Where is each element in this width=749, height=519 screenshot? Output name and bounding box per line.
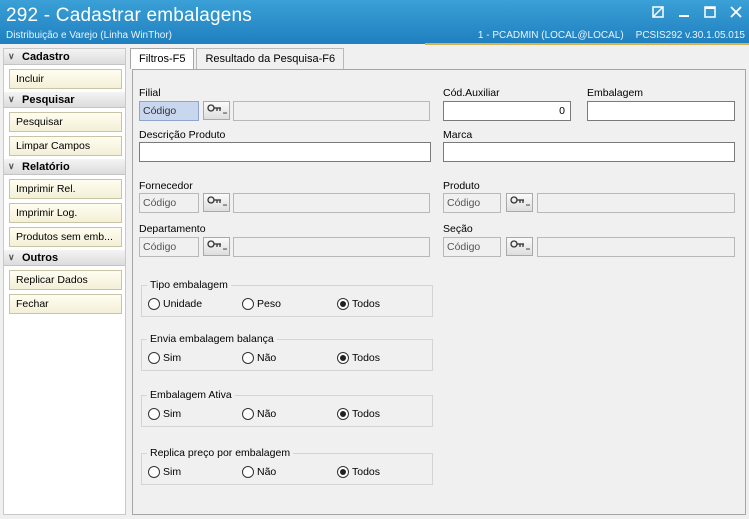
envia-balanca-group: Envia embalagem balança Sim Não Todos bbox=[141, 333, 433, 371]
user-info: 1 - PCADMIN (LOCAL@LOCAL) bbox=[477, 30, 624, 41]
action-sidebar: ∨ Cadastro Incluir ∨ Pesquisar Pesquisar L… bbox=[3, 48, 126, 515]
produto-name-field bbox=[537, 193, 735, 213]
tab-resultado[interactable]: Resultado da Pesquisa-F6 bbox=[196, 48, 345, 69]
fechar-button[interactable]: Fechar bbox=[9, 294, 122, 314]
fornecedor-label: Fornecedor bbox=[139, 180, 193, 192]
produtos-sem-emb-button[interactable]: Produtos sem emb... bbox=[9, 227, 122, 247]
radio-option[interactable]: Não bbox=[242, 466, 276, 478]
departamento-lookup-button[interactable] bbox=[203, 237, 230, 256]
produto-code-input[interactable]: Código bbox=[443, 193, 501, 213]
main-area: Filtros-F5 Resultado da Pesquisa-F6 Fili… bbox=[130, 48, 746, 515]
section-outros[interactable]: ∨ Outros bbox=[4, 250, 125, 266]
marca-input[interactable] bbox=[443, 142, 735, 162]
filial-lookup-button[interactable] bbox=[203, 101, 230, 120]
fornecedor-lookup-button[interactable] bbox=[203, 193, 230, 212]
incluir-button[interactable]: Incluir bbox=[9, 69, 122, 89]
lookup-icon bbox=[206, 103, 227, 118]
imprimir-rel-button[interactable]: Imprimir Rel. bbox=[9, 179, 122, 199]
fornecedor-name-field bbox=[233, 193, 430, 213]
section-pesquisar[interactable]: ∨ Pesquisar bbox=[4, 92, 125, 108]
group-title: Embalagem Ativa bbox=[147, 389, 235, 401]
imprimir-log-button[interactable]: Imprimir Log. bbox=[9, 203, 122, 223]
radio-option[interactable]: Peso bbox=[242, 298, 281, 310]
produto-label: Produto bbox=[443, 180, 480, 192]
descricao-input[interactable] bbox=[139, 142, 431, 162]
departamento-label: Departamento bbox=[139, 223, 206, 235]
radio-option[interactable]: Sim bbox=[148, 352, 181, 364]
minimize-icon[interactable] bbox=[677, 5, 691, 19]
embalagem-label: Embalagem bbox=[587, 87, 644, 99]
chevron-up-icon: ∨ bbox=[8, 161, 15, 171]
embalagem-ativa-group: Embalagem Ativa Sim Não Todos bbox=[141, 389, 433, 427]
secao-name-field bbox=[537, 237, 735, 257]
secao-label: Seção bbox=[443, 223, 473, 235]
radio-option[interactable]: Não bbox=[242, 352, 276, 364]
title-bar: 292 - Cadastrar embalagens Distribuição … bbox=[0, 0, 749, 45]
secao-lookup-button[interactable] bbox=[506, 237, 533, 256]
group-title: Tipo embalagem bbox=[147, 279, 231, 291]
radio-option[interactable]: Todos bbox=[337, 466, 380, 478]
radio-option[interactable]: Unidade bbox=[148, 298, 202, 310]
group-title: Replica preço por embalagem bbox=[147, 447, 294, 459]
version-info: PCSIS292 v.30.1.05.015 bbox=[635, 30, 745, 41]
secao-code-input[interactable]: Código bbox=[443, 237, 501, 257]
group-title: Envia embalagem balança bbox=[147, 333, 277, 345]
filial-label: Filial bbox=[139, 87, 161, 99]
replicar-dados-button[interactable]: Replicar Dados bbox=[9, 270, 122, 290]
filters-panel: Filial Código Cód.Auxiliar 0 Embalagem D… bbox=[132, 69, 746, 515]
section-relatorio[interactable]: ∨ Relatório bbox=[4, 159, 125, 175]
chevron-up-icon: ∨ bbox=[8, 51, 15, 61]
pesquisar-button[interactable]: Pesquisar bbox=[9, 112, 122, 132]
radio-option[interactable]: Sim bbox=[148, 408, 181, 420]
radio-option[interactable]: Não bbox=[242, 408, 276, 420]
restore-icon[interactable] bbox=[651, 5, 665, 19]
title-accent-line bbox=[425, 43, 749, 45]
marca-label: Marca bbox=[443, 129, 473, 141]
session-info: 1 - PCADMIN (LOCAL@LOCAL) PCSIS292 v.30.1… bbox=[478, 30, 745, 41]
window-subtitle: Distribuição e Varejo (Linha WinThor) bbox=[6, 30, 172, 41]
limpar-campos-button[interactable]: Limpar Campos bbox=[9, 136, 122, 156]
lookup-icon bbox=[509, 195, 530, 210]
produto-lookup-button[interactable] bbox=[506, 193, 533, 212]
maximize-icon[interactable] bbox=[703, 5, 717, 19]
embalagem-input[interactable] bbox=[587, 101, 735, 121]
tab-filtros[interactable]: Filtros-F5 bbox=[130, 48, 195, 69]
section-cadastro[interactable]: ∨ Cadastro bbox=[4, 49, 125, 65]
filial-code-input[interactable]: Código bbox=[139, 101, 199, 121]
window-title: 292 - Cadastrar embalagens bbox=[6, 5, 253, 26]
departamento-code-input[interactable]: Código bbox=[139, 237, 199, 257]
chevron-up-icon: ∨ bbox=[8, 252, 15, 262]
radio-option[interactable]: Todos bbox=[337, 352, 380, 364]
radio-option[interactable]: Todos bbox=[337, 408, 380, 420]
descricao-label: Descrição Produto bbox=[139, 129, 226, 141]
filial-name-field bbox=[233, 101, 430, 121]
cod-aux-input[interactable]: 0 bbox=[443, 101, 571, 121]
lookup-icon bbox=[206, 195, 227, 210]
tab-strip: Filtros-F5 Resultado da Pesquisa-F6 bbox=[130, 48, 346, 69]
radio-option[interactable]: Sim bbox=[148, 466, 181, 478]
window-controls bbox=[651, 5, 743, 19]
chevron-up-icon: ∨ bbox=[8, 94, 15, 104]
radio-option[interactable]: Todos bbox=[337, 298, 380, 310]
departamento-name-field bbox=[233, 237, 430, 257]
fornecedor-code-input[interactable]: Código bbox=[139, 193, 199, 213]
cod-aux-label: Cód.Auxiliar bbox=[443, 87, 500, 99]
lookup-icon bbox=[206, 239, 227, 254]
tipo-embalagem-group: Tipo embalagem Unidade Peso Todos bbox=[141, 279, 433, 317]
replica-preco-group: Replica preço por embalagem Sim Não Todo… bbox=[141, 447, 433, 485]
close-icon[interactable] bbox=[729, 5, 743, 19]
lookup-icon bbox=[509, 239, 530, 254]
